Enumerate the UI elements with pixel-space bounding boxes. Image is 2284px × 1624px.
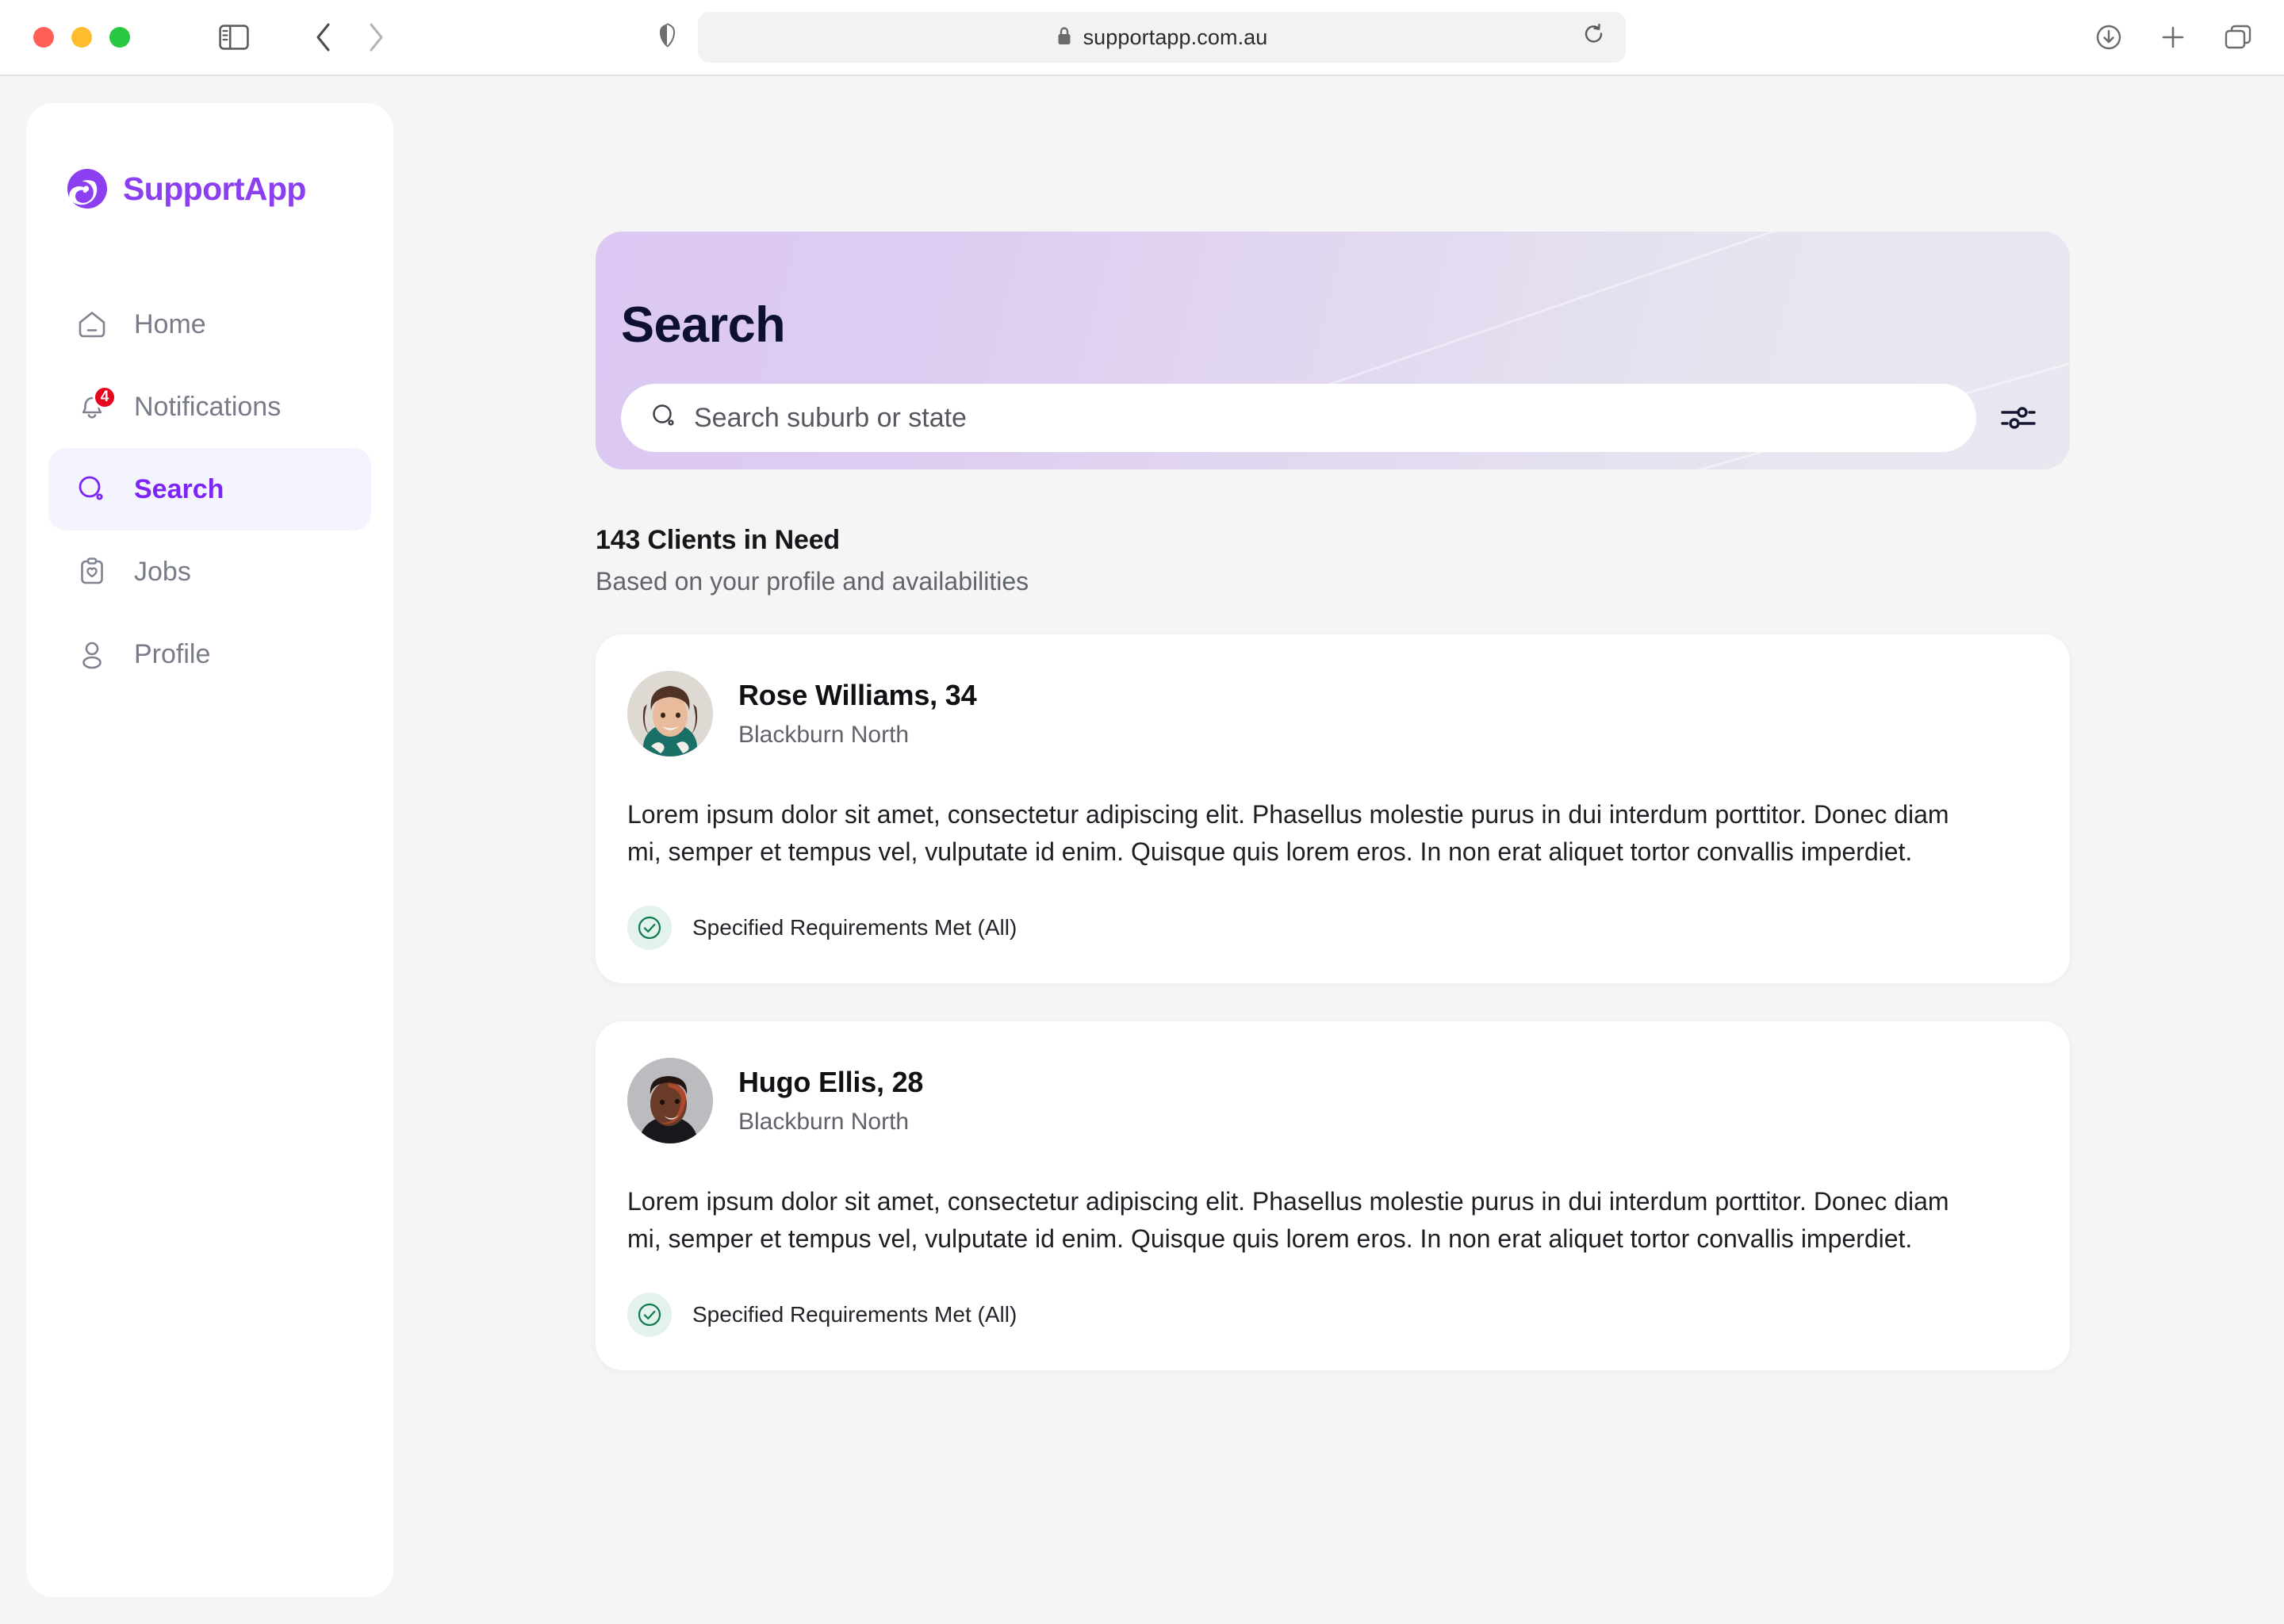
- page-title: Search: [621, 297, 786, 353]
- chevron-left-icon[interactable]: [314, 22, 333, 52]
- requirements-label: Specified Requirements Met (All): [692, 1302, 1017, 1327]
- lock-icon: [1056, 25, 1072, 50]
- search-hero: Search Search suburb or state: [596, 232, 2070, 469]
- chevron-right-icon[interactable]: [366, 22, 385, 52]
- clipboard-heart-icon: [74, 553, 110, 590]
- sidebar-item-label: Notifications: [134, 391, 282, 422]
- sidebar-item-jobs[interactable]: Jobs: [48, 530, 371, 613]
- notification-badge: 4: [93, 385, 117, 409]
- url-text: supportapp.com.au: [1083, 25, 1268, 49]
- client-card[interactable]: Hugo Ellis, 28 Blackburn North Lorem ips…: [596, 1021, 2070, 1371]
- client-name: Hugo Ellis, 28: [738, 1066, 924, 1099]
- results-header: 143 Clients in Need Based on your profil…: [596, 525, 2070, 596]
- search-input[interactable]: Search suburb or state: [621, 384, 1976, 452]
- client-location: Blackburn North: [738, 1109, 910, 1136]
- client-identity: Rose Williams, 34 Blackburn North: [738, 679, 977, 749]
- search-icon: [650, 401, 680, 435]
- requirements-label: Specified Requirements Met (All): [692, 915, 1017, 940]
- bell-icon: 4: [74, 385, 117, 425]
- filter-sliders-icon[interactable]: [1997, 394, 2044, 442]
- sidebar-nav: Home 4 Notifications Search Jobs Profile: [26, 283, 393, 695]
- client-identity: Hugo Ellis, 28 Blackburn North: [738, 1066, 923, 1136]
- url-input[interactable]: supportapp.com.au: [698, 12, 1626, 63]
- search-placeholder: Search suburb or state: [694, 402, 967, 433]
- check-circle-icon: [627, 906, 672, 951]
- browser-toolbar: supportapp.com.au: [0, 0, 2284, 76]
- page-background: SupportApp Home 4 Notifications Search J…: [0, 76, 2284, 1624]
- home-icon: [74, 306, 110, 343]
- brand-name: SupportApp: [123, 170, 306, 207]
- client-header: Rose Williams, 34 Blackburn North: [627, 671, 2038, 756]
- address-bar-area: supportapp.com.au: [658, 12, 1626, 63]
- sidebar-toggle-icon[interactable]: [219, 25, 249, 50]
- avatar: [627, 1058, 713, 1144]
- download-icon[interactable]: [2095, 24, 2122, 51]
- client-name: Rose Williams, 34: [738, 679, 977, 711]
- sidebar-item-notifications[interactable]: 4 Notifications: [48, 366, 371, 448]
- brand-logo[interactable]: SupportApp: [66, 167, 393, 210]
- maximize-window-button[interactable]: [109, 27, 130, 48]
- search-row: Search suburb or state: [621, 384, 2044, 452]
- results-subtitle: Based on your profile and availabilities: [596, 567, 1029, 596]
- avatar: [627, 671, 713, 756]
- client-description: Lorem ipsum dolor sit amet, consectetur …: [627, 800, 1949, 867]
- sidebar: SupportApp Home 4 Notifications Search J…: [26, 103, 393, 1597]
- sidebar-item-label: Search: [134, 473, 224, 504]
- client-header: Hugo Ellis, 28 Blackburn North: [627, 1058, 2038, 1144]
- close-window-button[interactable]: [33, 27, 54, 48]
- minimize-window-button[interactable]: [71, 27, 92, 48]
- plus-icon[interactable]: [2160, 25, 2186, 50]
- window-traffic-lights: [33, 27, 130, 48]
- sidebar-item-profile[interactable]: Profile: [48, 613, 371, 695]
- requirements-row: Specified Requirements Met (All): [627, 906, 2038, 951]
- sidebar-item-label: Profile: [134, 638, 211, 669]
- client-card[interactable]: Rose Williams, 34 Blackburn North Lorem …: [596, 634, 2070, 984]
- main-content: Search Search suburb or state 143 Client…: [596, 232, 2070, 1371]
- results-count: 143 Clients in Need: [596, 525, 840, 555]
- browser-right-controls: [2095, 24, 2252, 51]
- tab-overview-icon[interactable]: [2224, 24, 2252, 51]
- check-circle-icon: [627, 1293, 672, 1338]
- spiral-logo-icon: [66, 167, 109, 210]
- sidebar-item-home[interactable]: Home: [48, 283, 371, 366]
- requirements-row: Specified Requirements Met (All): [627, 1293, 2038, 1338]
- shield-icon[interactable]: [658, 22, 676, 52]
- reload-icon[interactable]: [1583, 23, 1605, 52]
- sidebar-item-label: Jobs: [134, 556, 191, 587]
- sidebar-item-search[interactable]: Search: [48, 448, 371, 530]
- client-description: Lorem ipsum dolor sit amet, consectetur …: [627, 1187, 1949, 1254]
- search-icon: [74, 471, 110, 508]
- person-icon: [74, 636, 110, 672]
- client-location: Blackburn North: [738, 722, 910, 748]
- sidebar-item-label: Home: [134, 308, 206, 339]
